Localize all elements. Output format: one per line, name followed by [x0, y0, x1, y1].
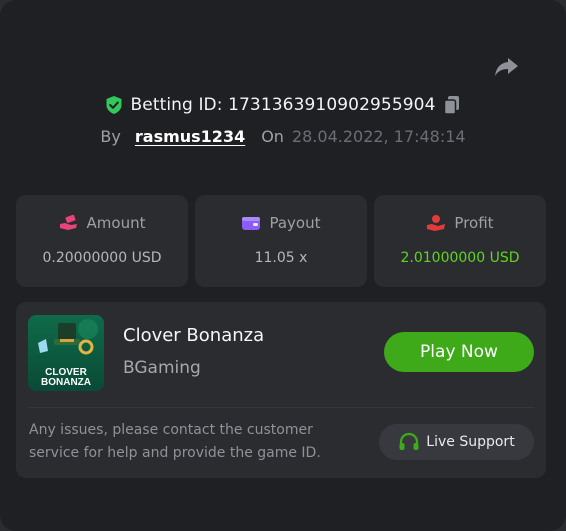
- game-title[interactable]: Clover Bonanza: [123, 325, 264, 346]
- stat-amount: Amount 0.20000000 USD: [16, 195, 188, 287]
- thumb-text-line2: BONANZA: [41, 377, 91, 388]
- share-icon[interactable]: [492, 55, 520, 79]
- betting-id: Betting ID: 173136391090295590​4: [130, 95, 436, 115]
- stat-payout-value: 11.05 x: [254, 250, 308, 266]
- stat-payout-label: Payout: [269, 214, 321, 232]
- game-thumbnail[interactable]: CLOVER BONANZA: [28, 315, 104, 391]
- betting-id-row: Betting ID: 173136391090295590​4: [0, 92, 566, 118]
- card-divider: [28, 407, 534, 408]
- hand-money-icon: [59, 215, 79, 231]
- stat-amount-value: 0.20000000 USD: [42, 250, 162, 266]
- live-support-button[interactable]: Live Support: [379, 424, 534, 460]
- live-support-label: Live Support: [426, 434, 515, 450]
- play-now-button[interactable]: Play Now: [384, 332, 534, 372]
- game-card: CLOVER BONANZA Clover Bonanza BGaming Pl…: [16, 302, 546, 478]
- bet-details-panel: Betting ID: 173136391090295590​4 By rasm…: [0, 0, 566, 531]
- by-label: By: [100, 126, 121, 146]
- wallet-icon: [241, 215, 261, 231]
- stat-profit-label: Profit: [454, 214, 494, 232]
- bet-meta-row: By rasmus1234 On 28.04.2022, 17:48:14: [0, 124, 566, 148]
- hand-profit-icon: [426, 214, 446, 232]
- bet-date: 28.04.2022, 17:48:14: [291, 126, 466, 146]
- verified-shield-icon: [105, 95, 123, 115]
- game-provider: BGaming: [123, 358, 201, 378]
- stat-profit: Profit 2.01000000 USD: [374, 195, 546, 287]
- username-link[interactable]: rasmus1234: [135, 127, 245, 146]
- stat-profit-value: 2.01000000 USD: [400, 250, 520, 266]
- stat-payout: Payout 11.05 x: [195, 195, 367, 287]
- copy-icon[interactable]: [443, 95, 461, 115]
- on-label: On: [261, 126, 284, 146]
- stat-amount-label: Amount: [86, 214, 146, 232]
- headset-icon: [398, 432, 420, 452]
- support-help-text: Any issues, please contact the customer …: [29, 422, 321, 461]
